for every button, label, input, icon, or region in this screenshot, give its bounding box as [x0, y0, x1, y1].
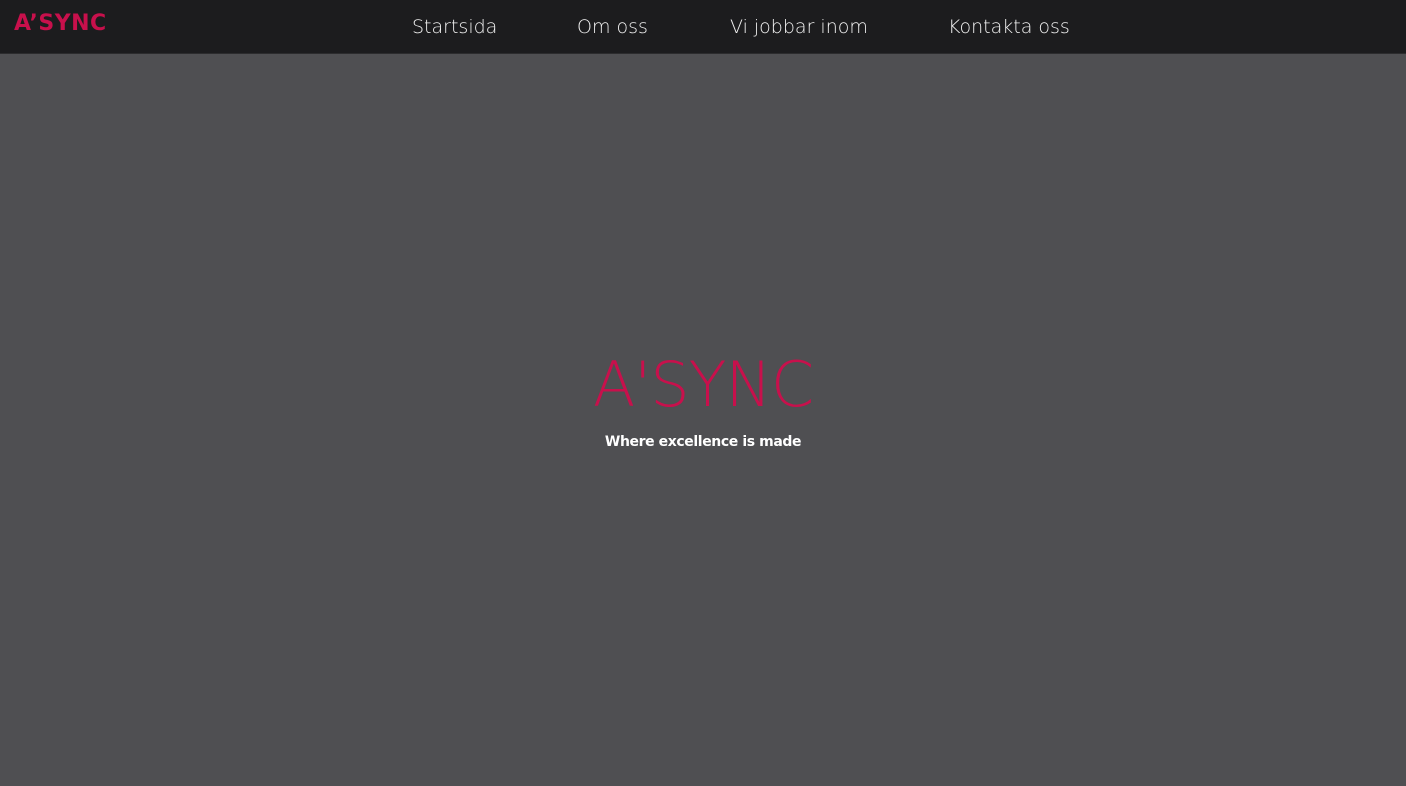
nav-link-vi-jobbar-inom[interactable]: Vi jobbar inom [730, 14, 868, 40]
hero-title: A'SYNC [592, 348, 814, 421]
nav-link-kontakta-oss[interactable]: Kontakta oss [948, 14, 1070, 40]
hero-tagline: Where excellence is made [604, 434, 802, 450]
nav-link-startsida[interactable]: Startsida [412, 14, 497, 40]
top-navbar: A’SYNC Startsida Om oss Vi jobbar inom K… [0, 0, 1406, 54]
nav-link-om-oss[interactable]: Om oss [577, 14, 648, 40]
main-nav: Startsida Om oss Vi jobbar inom Kontakta… [0, 0, 1406, 54]
hero-section: A'SYNC Where excellence is made [0, 54, 1406, 786]
